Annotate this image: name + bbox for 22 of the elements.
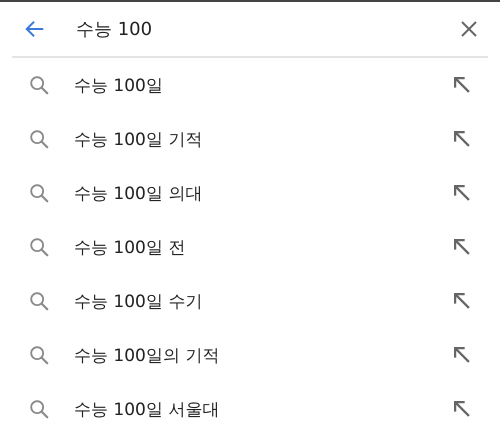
search-icon — [28, 74, 50, 96]
arrow-icon[interactable] — [454, 401, 470, 417]
search-icon — [28, 290, 50, 312]
suggestion-item[interactable]: 수능 100일 — [74, 74, 454, 96]
arrow-icon[interactable] — [454, 185, 470, 201]
search-field[interactable]: 수능 100 — [76, 14, 456, 44]
suggestion-item[interactable]: 수능 100일 전 — [74, 236, 454, 258]
search-icon — [28, 398, 50, 420]
arrow-icon[interactable] — [454, 347, 470, 363]
arrow-icon[interactable] — [454, 131, 470, 147]
search-icon — [28, 182, 50, 204]
suggestion-item[interactable]: 수능 100일 의대 — [74, 182, 454, 204]
suggestion-item[interactable]: 수능 100일의 기적 — [74, 344, 454, 366]
suggestion-item[interactable]: 수능 100일 서울대 — [74, 398, 454, 420]
arrow-icon[interactable] — [454, 239, 470, 255]
search-icon — [28, 344, 50, 366]
search-icon — [28, 236, 50, 258]
suggestion-item[interactable]: 수능 100일 수기 — [74, 290, 454, 312]
search-icon — [28, 128, 50, 150]
arrow-icon[interactable] — [454, 77, 470, 93]
arrow-icon[interactable] — [454, 293, 470, 309]
suggestion-item[interactable]: 수능 100일 기적 — [74, 128, 454, 150]
